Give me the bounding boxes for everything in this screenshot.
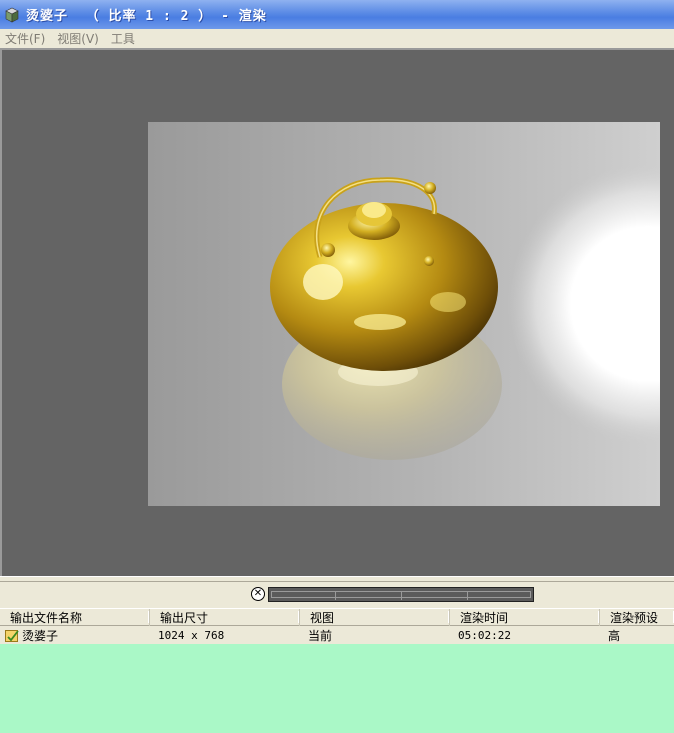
app-icon	[5, 7, 19, 22]
column-view[interactable]: 视图	[300, 609, 450, 626]
rendered-image	[148, 122, 660, 506]
menu-tools[interactable]: 工具	[111, 30, 135, 47]
title-bar[interactable]: 烫婆子 （ 比率 1 : 2 ） - 渲染	[0, 0, 674, 29]
render-progress-bar	[268, 587, 534, 602]
row-output-size: 1024 x 768	[158, 628, 225, 642]
render-viewport[interactable]	[0, 48, 674, 576]
column-output-name[interactable]: 输出文件名称	[0, 609, 150, 626]
row-view: 当前	[308, 628, 333, 643]
menu-file[interactable]: 文件(F)	[5, 30, 45, 47]
progress-area: ✕	[0, 582, 674, 607]
row-render-time: 05:02:22	[458, 628, 511, 642]
column-render-preset[interactable]: 渲染预设	[600, 609, 674, 626]
menu-bar: 文件(F) 视图(V) 工具	[0, 29, 674, 48]
column-output-size[interactable]: 输出尺寸	[150, 609, 300, 626]
render-list-header: 输出文件名称 输出尺寸 视图 渲染时间 渲染预设	[0, 608, 674, 626]
row-output-name: 烫婆子	[22, 628, 59, 643]
column-render-time[interactable]: 渲染时间	[450, 609, 600, 626]
row-render-preset: 高	[608, 628, 621, 643]
cancel-icon[interactable]: ✕	[251, 587, 265, 601]
render-list[interactable]: 烫婆子 1024 x 768 当前 05:02:22 高	[0, 626, 674, 733]
menu-view[interactable]: 视图(V)	[57, 30, 99, 47]
list-item[interactable]: 烫婆子 1024 x 768 当前 05:02:22 高	[0, 626, 674, 644]
window-title: 烫婆子 （ 比率 1 : 2 ） - 渲染	[26, 9, 267, 24]
render-file-icon	[5, 629, 19, 642]
